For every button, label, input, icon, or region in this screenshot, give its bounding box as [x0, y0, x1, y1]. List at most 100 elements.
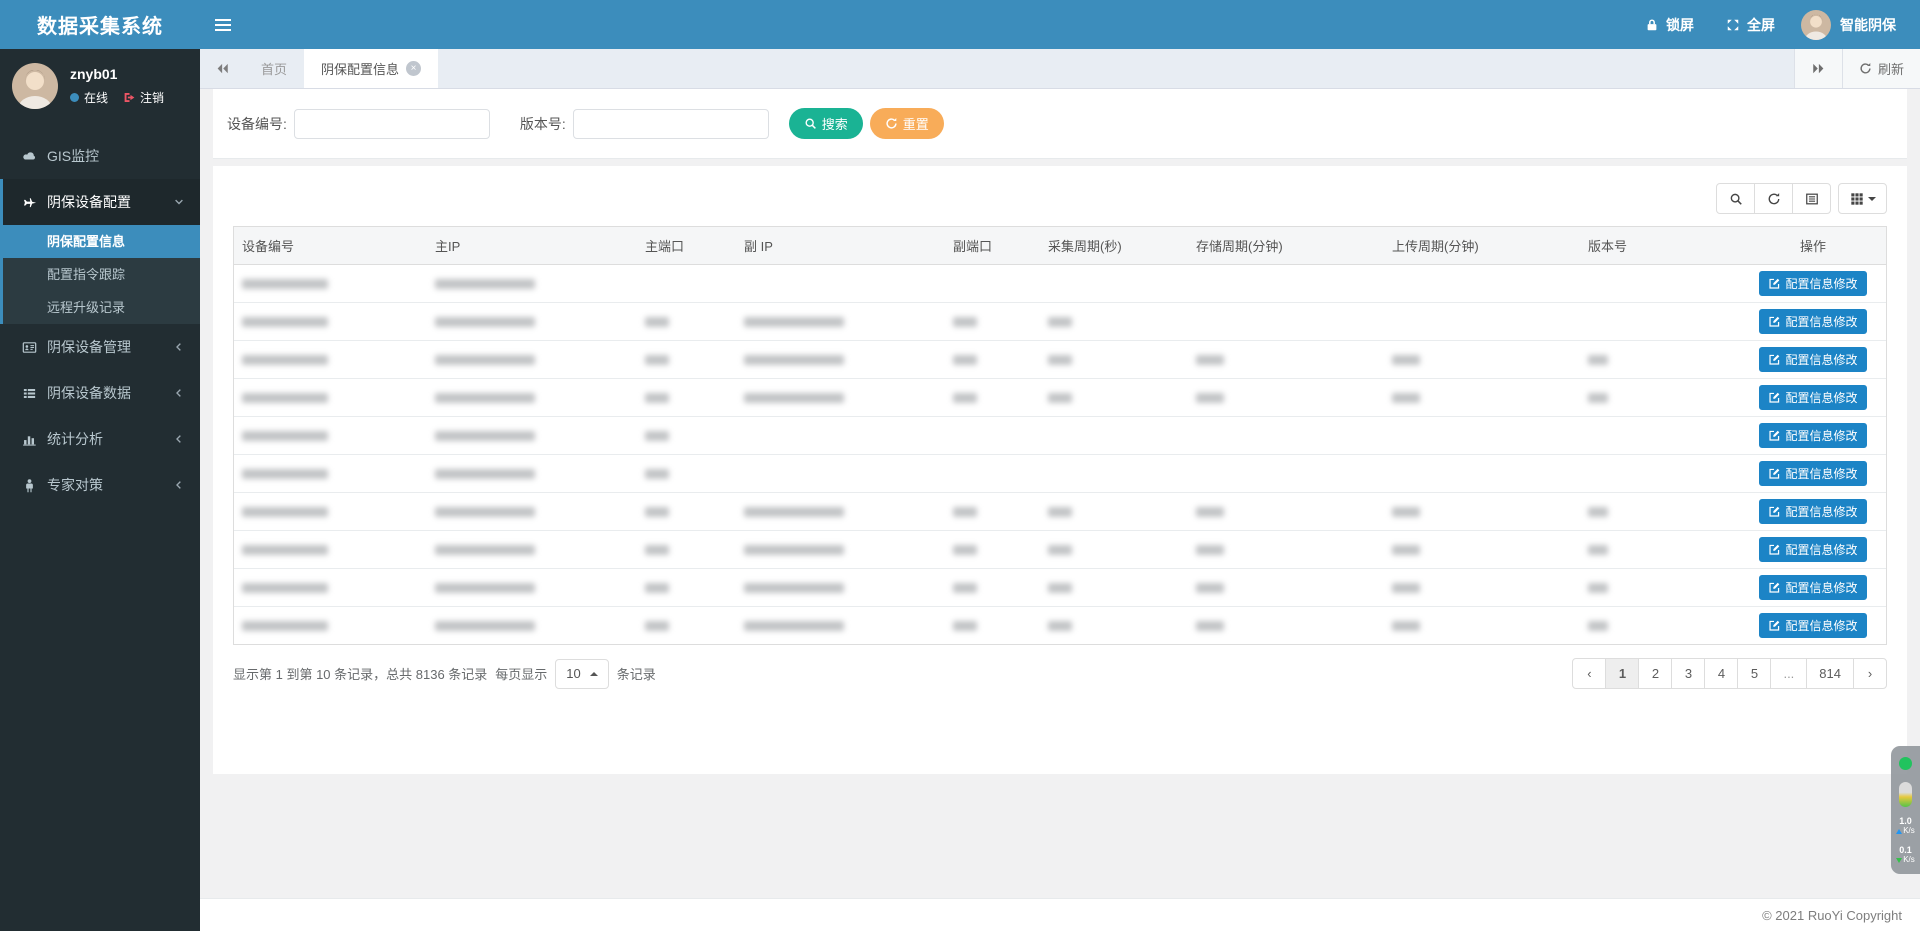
lock-screen-button[interactable]: 锁屏 [1629, 0, 1710, 49]
tabs-scroll-left-button[interactable] [200, 49, 244, 88]
redacted-value [1588, 545, 1608, 555]
redacted-value [645, 621, 669, 631]
edit-config-button[interactable]: 配置信息修改 [1759, 309, 1866, 334]
download-speed: 0.1 K/s [1896, 845, 1915, 865]
config-table: 设备编号 主IP 主端口 副 IP 副端口 采集周期(秒) 存储周期(分钟) 上… [234, 227, 1886, 644]
logout-button[interactable]: 注销 [123, 89, 164, 106]
redacted-value [1392, 393, 1420, 403]
edit-config-button[interactable]: 配置信息修改 [1759, 271, 1866, 296]
chevron-left-icon [173, 433, 185, 445]
actions-cell: 配置信息修改 [1740, 302, 1886, 340]
col-backup-port: 副端口 [945, 227, 1040, 264]
page-button-814[interactable]: 814 [1806, 658, 1854, 689]
toolbar-search-button[interactable] [1716, 183, 1755, 214]
redacted-value [242, 545, 328, 555]
user-menu[interactable]: 智能阴保 [1791, 10, 1906, 40]
table-cell [1580, 416, 1740, 454]
lock-icon [1645, 18, 1659, 32]
redacted-value [435, 393, 535, 403]
list-icon [22, 386, 37, 401]
page-button-2[interactable]: 2 [1638, 658, 1672, 689]
page-prev-button[interactable]: ‹ [1572, 658, 1606, 689]
tab-home[interactable]: 首页 [244, 49, 304, 88]
sidebar-item-statistics[interactable]: 统计分析 [0, 416, 200, 462]
table-cell [1188, 340, 1384, 378]
tab-close-icon[interactable]: × [406, 61, 421, 76]
edit-config-button[interactable]: 配置信息修改 [1759, 613, 1866, 638]
redacted-value [645, 545, 669, 555]
col-storage-period: 存储周期(分钟) [1188, 227, 1384, 264]
table-cell [427, 606, 637, 644]
redacted-value [1048, 621, 1072, 631]
redacted-value [1588, 393, 1608, 403]
edit-config-button[interactable]: 配置信息修改 [1759, 385, 1866, 410]
sidebar-item-expert-strategy[interactable]: 专家对策 [0, 462, 200, 508]
page-button-5[interactable]: 5 [1737, 658, 1771, 689]
redacted-value [953, 317, 977, 327]
search-button[interactable]: 搜索 [789, 108, 863, 139]
sidebar-user-avatar[interactable] [12, 63, 58, 109]
redacted-value [1588, 621, 1608, 631]
table-cell [945, 492, 1040, 530]
table-cell [637, 568, 736, 606]
page-button-3[interactable]: 3 [1671, 658, 1705, 689]
sidebar-item-remote-upgrade[interactable]: 远程升级记录 [3, 291, 200, 324]
sidebar-item-config-info[interactable]: 阴保配置信息 [3, 225, 200, 258]
table-cell [1580, 530, 1740, 568]
page-size-dropdown[interactable]: 10 [555, 659, 608, 689]
table-body: 配置信息修改配置信息修改配置信息修改配置信息修改配置信息修改配置信息修改配置信息… [234, 264, 1886, 644]
table-cell [736, 492, 945, 530]
tab-config-info[interactable]: 阴保配置信息 × [304, 49, 438, 88]
page-next-button[interactable]: › [1853, 658, 1887, 689]
sidebar-item-device-manage[interactable]: 阴保设备管理 [0, 324, 200, 370]
table-cell [945, 530, 1040, 568]
edit-config-button[interactable]: 配置信息修改 [1759, 347, 1866, 372]
table-cell [1384, 454, 1580, 492]
edit-config-button[interactable]: 配置信息修改 [1759, 499, 1866, 524]
reset-button[interactable]: 重置 [870, 108, 944, 139]
table-cell [945, 302, 1040, 340]
redacted-value [1392, 355, 1420, 365]
fullscreen-button[interactable]: 全屏 [1710, 0, 1791, 49]
edit-config-button[interactable]: 配置信息修改 [1759, 461, 1866, 486]
table-cell [637, 606, 736, 644]
sidebar-menu: GIS监控 阴保设备配置 阴保配置信息 配置指令跟踪 远程升级记录 阴保设备管理… [0, 133, 200, 508]
sidebar-toggle-button[interactable] [200, 0, 246, 49]
sidebar-item-command-trace[interactable]: 配置指令跟踪 [3, 258, 200, 291]
toolbar-toggle-view-button[interactable] [1792, 183, 1831, 214]
tabs-scroll-right-button[interactable] [1794, 49, 1842, 88]
data-table-container: 设备编号 主IP 主端口 副 IP 副端口 采集周期(秒) 存储周期(分钟) 上… [233, 226, 1887, 645]
refresh-icon [1767, 192, 1781, 206]
edit-config-button[interactable]: 配置信息修改 [1759, 575, 1866, 600]
version-label: 版本号: [520, 114, 566, 134]
edit-config-button[interactable]: 配置信息修改 [1759, 423, 1866, 448]
device-no-input[interactable] [294, 109, 490, 139]
page-button-1[interactable]: 1 [1605, 658, 1639, 689]
version-input[interactable] [573, 109, 769, 139]
sidebar-item-device-data[interactable]: 阴保设备数据 [0, 370, 200, 416]
caret-up-icon [590, 672, 598, 676]
redacted-value [953, 355, 977, 365]
table-cell [736, 416, 945, 454]
table-cell [1384, 340, 1580, 378]
tab-refresh-button[interactable]: 刷新 [1842, 49, 1920, 88]
app-logo[interactable]: 数据采集系统 [0, 0, 200, 49]
male-icon [22, 478, 37, 493]
table-cell [427, 340, 637, 378]
redacted-value [1048, 507, 1072, 517]
chevron-left-icon [173, 341, 185, 353]
redacted-value [953, 583, 977, 593]
col-main-ip: 主IP [427, 227, 637, 264]
sidebar-item-device-config[interactable]: 阴保设备配置 [3, 179, 200, 225]
col-device-no: 设备编号 [234, 227, 427, 264]
toolbar-columns-button[interactable] [1838, 183, 1887, 214]
net-speed-widget[interactable]: 1.0 K/s 0.1 K/s [1891, 746, 1920, 874]
tab-bar: 首页 阴保配置信息 × 刷新 [200, 49, 1920, 89]
sidebar-item-gis-monitor[interactable]: GIS监控 [0, 133, 200, 179]
table-cell [427, 378, 637, 416]
page-button-4[interactable]: 4 [1704, 658, 1738, 689]
toolbar-refresh-button[interactable] [1754, 183, 1793, 214]
redacted-value [242, 621, 328, 631]
edit-config-button[interactable]: 配置信息修改 [1759, 537, 1866, 562]
table-cell [427, 530, 637, 568]
